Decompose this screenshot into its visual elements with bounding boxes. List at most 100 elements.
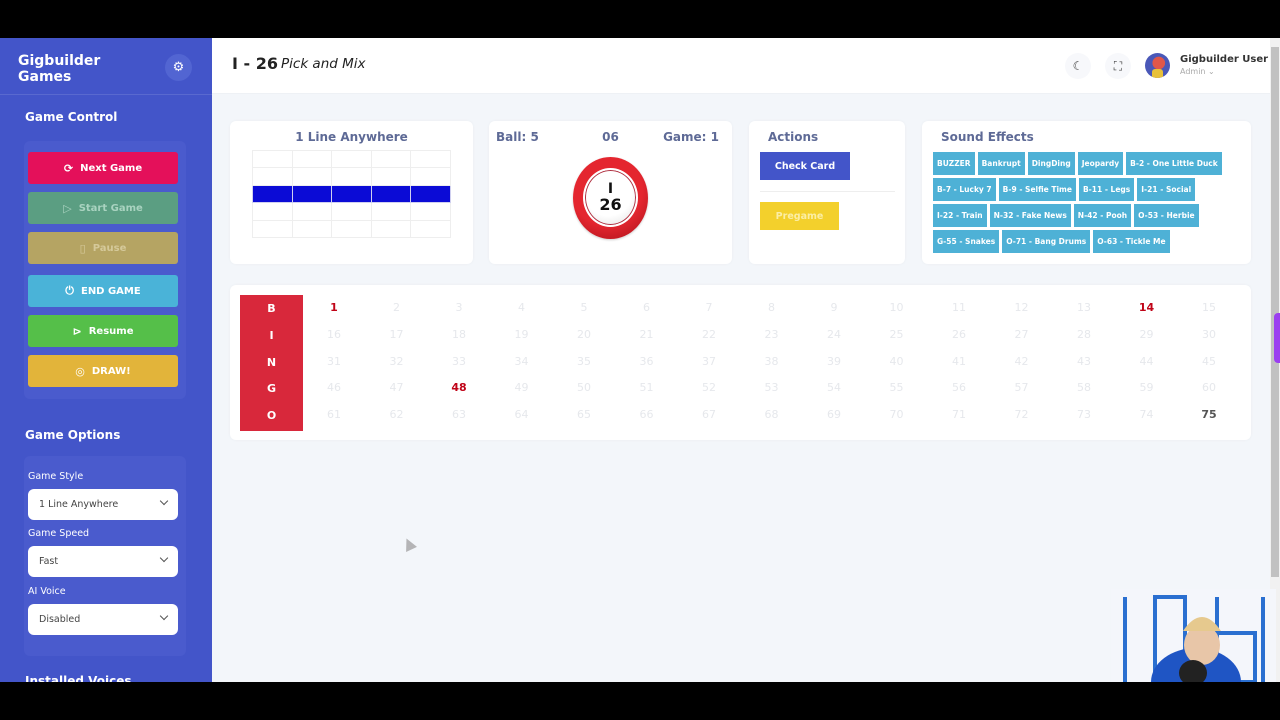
board-number[interactable]: 16 [314,328,354,341]
board-number[interactable]: 25 [877,328,917,341]
board-number[interactable]: 57 [1002,381,1042,394]
board-number[interactable]: 24 [814,328,854,341]
board-number[interactable]: 49 [502,381,542,394]
board-number[interactable]: 29 [1127,328,1167,341]
sound-effect-button[interactable]: B-2 - One Little Duck [1126,152,1222,175]
board-number[interactable]: 31 [314,355,354,368]
board-number[interactable]: 34 [502,355,542,368]
board-number[interactable]: 26 [939,328,979,341]
board-number[interactable]: 67 [689,408,729,421]
game-style-select[interactable]: 1 Line Anywhere [28,489,178,520]
user-role-dropdown[interactable]: Admin ⌄ [1180,67,1215,76]
board-number[interactable]: 71 [939,408,979,421]
end-game-button[interactable]: ⏻ END GAME [28,275,178,307]
dark-mode-button[interactable]: ☾ [1065,53,1091,79]
board-number[interactable]: 72 [1002,408,1042,421]
board-number[interactable]: 4 [502,301,542,314]
board-number[interactable]: 50 [564,381,604,394]
board-number[interactable]: 5 [564,301,604,314]
scrollbar-thumb[interactable] [1271,47,1279,577]
sound-effect-button[interactable]: I-21 - Social [1137,178,1196,201]
board-number[interactable]: 69 [814,408,854,421]
sound-effect-button[interactable]: O-71 - Bang Drums [1002,230,1091,253]
board-number[interactable]: 23 [752,328,792,341]
board-number[interactable]: 36 [627,355,667,368]
board-number[interactable]: 9 [814,301,854,314]
board-number[interactable]: 66 [627,408,667,421]
sound-effect-button[interactable]: B-9 - Selfie Time [998,178,1076,201]
sound-effect-button[interactable]: I-22 - Train [933,204,987,227]
board-number[interactable]: 73 [1064,408,1104,421]
board-number[interactable]: 47 [377,381,417,394]
board-number[interactable]: 51 [627,381,667,394]
board-number[interactable]: 64 [502,408,542,421]
board-number[interactable]: 7 [689,301,729,314]
board-number[interactable]: 53 [752,381,792,394]
sound-effect-button[interactable]: N-32 - Fake News [989,204,1071,227]
board-number[interactable]: 41 [939,355,979,368]
board-number[interactable]: 52 [689,381,729,394]
sound-effect-button[interactable]: O-53 - Herbie [1134,204,1199,227]
board-number[interactable]: 59 [1127,381,1167,394]
board-number[interactable]: 21 [627,328,667,341]
board-number[interactable]: 75 [1189,408,1229,421]
sound-effect-button[interactable]: B-7 - Lucky 7 [933,178,996,201]
sound-effect-button[interactable]: G-55 - Snakes [933,230,1000,253]
board-number[interactable]: 58 [1064,381,1104,394]
start-game-button[interactable]: ▷ Start Game [28,192,178,224]
board-number[interactable]: 10 [877,301,917,314]
board-number[interactable]: 12 [1002,301,1042,314]
board-number[interactable]: 6 [627,301,667,314]
board-number[interactable]: 74 [1127,408,1167,421]
board-number[interactable]: 62 [377,408,417,421]
board-number[interactable]: 14 [1127,301,1167,314]
fullscreen-button[interactable]: ⛶ [1105,53,1131,79]
board-number[interactable]: 28 [1064,328,1104,341]
board-number[interactable]: 54 [814,381,854,394]
next-game-button[interactable]: ⟳ Next Game [28,152,178,184]
board-number[interactable]: 3 [439,301,479,314]
board-number[interactable]: 48 [439,381,479,394]
settings-button[interactable]: ⚙ [165,54,192,81]
pause-button[interactable]: ▯ Pause [28,232,178,264]
board-number[interactable]: 55 [877,381,917,394]
board-number[interactable]: 17 [377,328,417,341]
board-number[interactable]: 46 [314,381,354,394]
resume-button[interactable]: ⊳ Resume [28,315,178,347]
board-number[interactable]: 35 [564,355,604,368]
avatar[interactable] [1145,53,1170,78]
board-number[interactable]: 40 [877,355,917,368]
sound-effect-button[interactable]: N-42 - Pooh [1073,204,1132,227]
board-number[interactable]: 63 [439,408,479,421]
board-number[interactable]: 45 [1189,355,1229,368]
sound-effect-button[interactable]: O-63 - Tickle Me [1093,230,1170,253]
pregame-button[interactable]: Pregame [760,202,839,230]
ai-voice-select[interactable]: Disabled [28,604,178,635]
sound-effect-button[interactable]: DingDing [1027,152,1075,175]
game-speed-select[interactable]: Fast [28,546,178,577]
user-name[interactable]: Gigbuilder User [1180,54,1268,65]
board-number[interactable]: 38 [752,355,792,368]
board-number[interactable]: 18 [439,328,479,341]
board-number[interactable]: 70 [877,408,917,421]
sound-effect-button[interactable]: Jeopardy [1077,152,1124,175]
board-number[interactable]: 19 [502,328,542,341]
board-number[interactable]: 68 [752,408,792,421]
board-number[interactable]: 27 [1002,328,1042,341]
board-number[interactable]: 15 [1189,301,1229,314]
board-number[interactable]: 39 [814,355,854,368]
board-number[interactable]: 60 [1189,381,1229,394]
draw-button[interactable]: ◎ DRAW! [28,355,178,387]
sound-effect-button[interactable]: B-11 - Legs [1078,178,1135,201]
sound-effect-button[interactable]: Bankrupt [977,152,1025,175]
board-number[interactable]: 37 [689,355,729,368]
side-tab-handle[interactable] [1274,313,1280,363]
check-card-button[interactable]: Check Card [760,152,850,180]
board-number[interactable]: 11 [939,301,979,314]
board-number[interactable]: 44 [1127,355,1167,368]
sound-effect-button[interactable]: BUZZER [933,152,975,175]
board-number[interactable]: 8 [752,301,792,314]
board-number[interactable]: 20 [564,328,604,341]
board-number[interactable]: 22 [689,328,729,341]
board-number[interactable]: 42 [1002,355,1042,368]
